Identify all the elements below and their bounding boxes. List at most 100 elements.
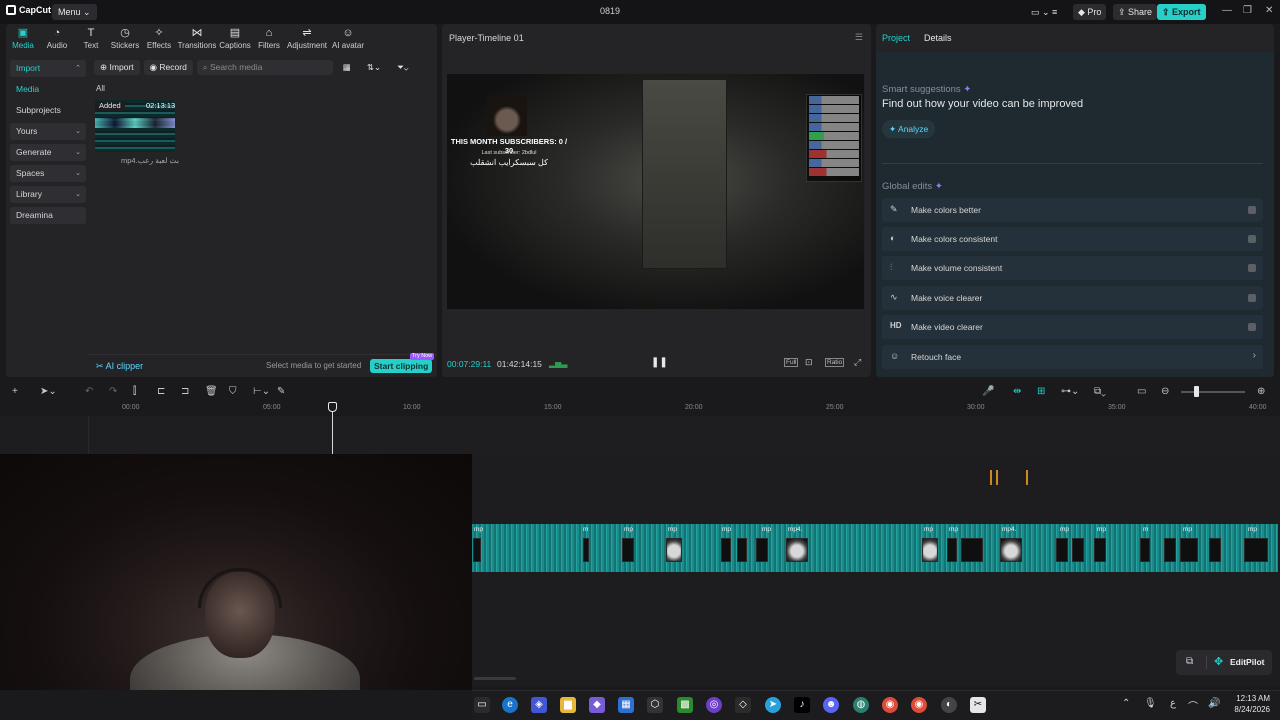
- discord-icon[interactable]: ☻: [823, 697, 839, 713]
- clip-thumbnail[interactable]: [786, 538, 808, 562]
- playhead-handle[interactable]: [328, 402, 337, 412]
- tool-filters[interactable]: ⌂ Filters: [252, 24, 286, 52]
- tool-ai-avatar[interactable]: ☺ AI avatar: [328, 24, 368, 52]
- sort-icon[interactable]: ⇅⌄: [361, 60, 387, 75]
- tool-effects[interactable]: ✧ Effects: [142, 24, 176, 52]
- capcut-taskbar-icon[interactable]: ✂: [970, 697, 986, 713]
- clip-thumbnail[interactable]: [1056, 538, 1068, 562]
- clip-thumbnail[interactable]: [1094, 538, 1106, 562]
- editpilot-widget[interactable]: ⧉ ✥ EditPilot: [1176, 650, 1272, 675]
- search-input[interactable]: ⌕ Search media: [196, 60, 333, 75]
- filter-all[interactable]: All: [96, 84, 105, 93]
- export-button[interactable]: ⇪ Export: [1157, 4, 1206, 20]
- audio-marker[interactable]: [990, 470, 992, 485]
- freeze-icon[interactable]: ⊢⌄: [253, 386, 270, 397]
- globe-icon[interactable]: ◍: [853, 697, 869, 713]
- taskbar-clock[interactable]: 12:13 AM 8/24/2026: [1228, 693, 1270, 715]
- clip-thumbnail[interactable]: [947, 538, 957, 562]
- layout-icon[interactable]: ▭ ⌄ ≡: [1026, 4, 1062, 20]
- tray-microphone-icon[interactable]: 🎙: [1144, 698, 1157, 709]
- clip-thumbnail[interactable]: [961, 538, 983, 562]
- import-button[interactable]: ⊕ Import: [94, 60, 140, 75]
- ai-clipper-button[interactable]: ✂ AI clipper: [96, 361, 143, 372]
- minecraft-icon[interactable]: ▩: [677, 697, 693, 713]
- tool-adjustment[interactable]: ⇌ Adjustment: [286, 24, 328, 52]
- link-icon[interactable]: ⊶⌄: [1061, 386, 1079, 397]
- clip-thumbnail[interactable]: [756, 538, 768, 562]
- magnet-link-icon[interactable]: ⇹: [1013, 386, 1021, 397]
- game-app-icon[interactable]: ◎: [706, 697, 722, 713]
- sidebar-item-import[interactable]: Import ⌃: [10, 60, 86, 77]
- make-colors-consistent-row[interactable]: ◐ Make colors consistent: [882, 227, 1263, 251]
- make-colors-better-row[interactable]: ✎ Make colors better: [882, 198, 1263, 222]
- audio-marker[interactable]: [1026, 470, 1028, 485]
- zoom-slider-handle[interactable]: [1194, 386, 1199, 397]
- tool-text[interactable]: T Text: [74, 24, 108, 52]
- chrome-icon[interactable]: ◉: [882, 697, 898, 713]
- sidebar-item-generate[interactable]: Generate ⌄: [10, 144, 86, 161]
- make-volume-consistent-row[interactable]: ⫶ Make volume consistent: [882, 256, 1263, 280]
- zoom-slider[interactable]: [1181, 391, 1245, 393]
- redo-icon[interactable]: ↷: [109, 386, 117, 397]
- sidebar-item-yours[interactable]: Yours ⌄: [10, 123, 86, 140]
- volume-icon[interactable]: 🔊: [1208, 698, 1220, 709]
- ratio-button[interactable]: Ratio: [825, 358, 845, 367]
- clip-thumbnail[interactable]: [721, 538, 731, 562]
- preview-axis-icon[interactable]: ⧉⌄: [1094, 386, 1106, 397]
- toggle-checkbox[interactable]: [1248, 235, 1256, 243]
- tool-audio[interactable]: ◔ Audio: [40, 24, 74, 52]
- taskview-icon[interactable]: ▭: [474, 697, 490, 713]
- toggle-checkbox[interactable]: [1248, 264, 1256, 272]
- close-icon[interactable]: ✕: [1265, 5, 1273, 16]
- tiktok-icon[interactable]: ♪: [794, 697, 810, 713]
- split-icon[interactable]: ⫿: [133, 386, 136, 397]
- clip-thumbnail[interactable]: [1000, 538, 1022, 562]
- clip-thumbnail[interactable]: [1209, 538, 1221, 562]
- record-button[interactable]: ◉ Record: [143, 60, 193, 75]
- clip-thumbnail[interactable]: [737, 538, 747, 562]
- toggle-checkbox[interactable]: [1248, 206, 1256, 214]
- telegram-icon[interactable]: ➤: [765, 697, 781, 713]
- microphone-icon[interactable]: 🎤: [982, 386, 994, 397]
- overlay-track[interactable]: [88, 416, 1280, 454]
- fullscreen-icon[interactable]: ⤢: [854, 357, 861, 368]
- draw-icon[interactable]: ✎: [277, 386, 285, 397]
- split-right-icon[interactable]: ⊐: [181, 386, 189, 397]
- audio-marker[interactable]: [996, 470, 998, 485]
- filter-icon[interactable]: ⏷⌄: [391, 60, 414, 75]
- hamburger-menu-icon[interactable]: ☰: [855, 32, 863, 43]
- clip-thumbnail[interactable]: [666, 538, 682, 562]
- pro-button[interactable]: ◆ Pro: [1073, 4, 1107, 20]
- chrome-profile-icon[interactable]: ◉: [911, 697, 927, 713]
- clip-thumbnail[interactable]: [1140, 538, 1150, 562]
- clip-thumbnail[interactable]: [1180, 538, 1198, 562]
- main-video-track[interactable]: [472, 524, 1278, 572]
- retouch-face-row[interactable]: ☺ Retouch face ›: [882, 345, 1263, 369]
- copilot-icon[interactable]: ◈: [531, 697, 547, 713]
- clip-thumbnail[interactable]: [473, 538, 481, 562]
- view-toggle-icon[interactable]: ▦: [337, 60, 357, 75]
- add-track-icon[interactable]: +: [12, 386, 18, 397]
- tool-captions[interactable]: ▤ Captions: [218, 24, 252, 52]
- select-tool-icon[interactable]: ➤⌄: [40, 386, 57, 397]
- start-clipping-button[interactable]: Start clipping: [370, 359, 433, 373]
- input-language[interactable]: ع: [1170, 698, 1176, 709]
- tool-stickers[interactable]: ◷ Stickers: [108, 24, 142, 52]
- caption-icon[interactable]: ▭: [1137, 386, 1146, 397]
- maximize-icon[interactable]: ❐: [1243, 5, 1252, 16]
- sidebar-item-dreamina[interactable]: Dreamina: [10, 207, 86, 224]
- clip-thumbnail[interactable]: [1244, 538, 1268, 562]
- shield-icon[interactable]: ⛉: [229, 386, 237, 397]
- store-icon[interactable]: ▦: [618, 697, 634, 713]
- minimize-icon[interactable]: —: [1222, 5, 1232, 16]
- make-video-clearer-row[interactable]: HD Make video clearer: [882, 315, 1263, 339]
- wifi-icon[interactable]: ⌒: [1188, 698, 1198, 713]
- clip-thumbnail[interactable]: [1072, 538, 1084, 562]
- tab-project[interactable]: Project: [882, 33, 910, 43]
- clip-thumbnail[interactable]: [622, 538, 634, 562]
- analyze-button[interactable]: ✦ Analyze: [882, 120, 936, 138]
- timeline-ruler[interactable]: [0, 402, 1280, 416]
- edge-icon[interactable]: e: [502, 697, 518, 713]
- undo-icon[interactable]: ↶: [85, 386, 93, 397]
- pause-button[interactable]: ❚❚: [651, 357, 668, 368]
